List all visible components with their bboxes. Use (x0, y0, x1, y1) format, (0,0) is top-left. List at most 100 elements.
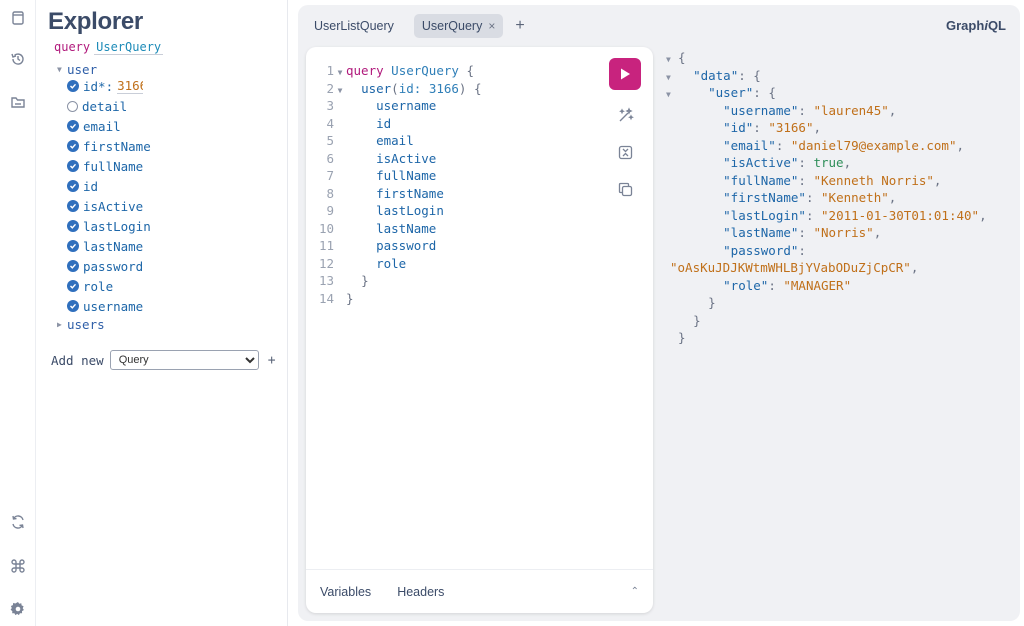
copy-button[interactable] (609, 177, 641, 201)
settings-icon[interactable] (0, 597, 36, 621)
line-number: 11 (318, 238, 334, 253)
field-row-password[interactable]: password (67, 256, 143, 276)
result-key: "role" (723, 277, 769, 293)
checked-icon[interactable] (67, 220, 79, 232)
brace: } (693, 312, 701, 328)
chevron-up-icon[interactable]: ⌃ (631, 586, 639, 597)
result-line: "lastLogin": "2011-01-30T01:01:40", (723, 207, 987, 223)
tab-userlistquery[interactable]: UserListQuery (306, 14, 402, 38)
field-row-username[interactable]: username (67, 296, 143, 316)
field-name: fullName (376, 168, 437, 183)
brace: { (753, 67, 761, 83)
field-row-id[interactable]: id (67, 176, 98, 196)
argument-value: 3166 (428, 80, 459, 96)
headers-tab[interactable]: Headers (397, 585, 444, 599)
result-line: } (666, 329, 686, 347)
brace: { (678, 50, 686, 65)
tree-root-users[interactable]: ▶ users (57, 314, 105, 334)
tab-bar: UserListQuery UserQuery × + (306, 13, 525, 39)
field-name: isActive (376, 150, 437, 166)
line-number: 3 (326, 98, 334, 113)
code-line: 8 firstName (306, 185, 443, 203)
field-row-lastlogin[interactable]: lastLogin (67, 216, 151, 236)
checked-icon[interactable] (67, 300, 79, 312)
chevron-right-icon: ▶ (57, 319, 62, 329)
checked-icon[interactable] (67, 260, 79, 272)
field-row-detail[interactable]: detail (67, 96, 127, 116)
checked-icon[interactable] (67, 180, 79, 192)
checked-icon[interactable] (67, 280, 79, 292)
field-label: detail (82, 98, 128, 114)
code-line: 4 id (306, 115, 391, 133)
command-icon[interactable] (0, 554, 36, 578)
brace: } (708, 295, 716, 310)
result-line: "isActive": true, (723, 155, 852, 170)
checked-icon[interactable] (67, 80, 79, 92)
operation-name-input[interactable]: UserQuery (94, 40, 164, 55)
field-row-email[interactable]: email (67, 116, 121, 136)
checked-icon[interactable] (67, 160, 79, 172)
line-number: 8 (326, 185, 334, 201)
result-line: "id": "3166", (723, 120, 822, 135)
query-editor[interactable]: 1 ▼ query UserQuery {2 ▼ user(id: 3166) {3 … (306, 47, 653, 613)
checked-icon[interactable] (67, 200, 79, 212)
add-operation-button[interactable]: + (268, 353, 276, 368)
result-key: "isActive" (723, 155, 799, 170)
paren: ( (391, 80, 399, 96)
variables-tab[interactable]: Variables (320, 585, 371, 599)
result-key: "user" (708, 85, 754, 100)
tab-label: UserQuery (421, 19, 483, 33)
history-icon[interactable] (0, 47, 36, 71)
result-key: "id" (723, 120, 754, 135)
close-icon[interactable]: × (488, 19, 495, 33)
code-line: 14} (306, 290, 354, 308)
operation-type-select[interactable]: Query (109, 350, 259, 370)
result-line: ▼{ (666, 49, 686, 67)
brand-logo: GraphiQL (946, 18, 1006, 33)
field-row-role[interactable]: role (67, 276, 113, 296)
field-row-lastname[interactable]: lastName (67, 236, 143, 256)
field-name: lastName (376, 220, 437, 236)
editor-footer: Variables Headers ⌃ (306, 569, 653, 613)
file-icon[interactable] (0, 6, 36, 30)
line-number: 2 (326, 80, 334, 96)
field-name: lastLogin (376, 203, 444, 218)
field-label: password (83, 258, 144, 274)
field-name: role (376, 255, 407, 271)
result-key: "fullName" (723, 172, 799, 188)
run-button[interactable] (609, 58, 641, 90)
result-line: "oAsKuJDJKWtmWHLBjYVabODuZjCpCR", (670, 260, 919, 275)
field-row-firstname[interactable]: firstName (67, 136, 151, 156)
result-line: "role": "MANAGER" (723, 277, 852, 293)
argument-value-input[interactable]: 3166 (117, 78, 144, 94)
line-number: 1 (326, 63, 334, 78)
field-label: email (83, 118, 121, 134)
operation-keyword: query (54, 40, 91, 54)
result-line: "firstName": "Kenneth", (723, 190, 897, 205)
result-line: "password": (723, 242, 814, 258)
play-icon (621, 68, 630, 80)
result-line: ▼ "data": { (666, 67, 761, 85)
checked-icon[interactable] (67, 120, 79, 132)
field-row-fullname[interactable]: fullName (67, 156, 143, 176)
merge-button[interactable] (609, 140, 641, 164)
add-tab-button[interactable]: + (515, 17, 524, 35)
refresh-icon[interactable] (0, 510, 36, 534)
editor-toolbar (609, 58, 643, 201)
result-value: "oAsKuJDJKWtmWHLBjYVabODuZjCpCR" (670, 260, 911, 275)
tab-userquery[interactable]: UserQuery × (413, 14, 504, 38)
checked-icon[interactable] (67, 140, 79, 152)
field-row-isactive[interactable]: isActive (67, 196, 143, 216)
argument-row[interactable]: id*: 3166 (67, 76, 144, 96)
checked-icon[interactable] (67, 240, 79, 252)
code-line: 12 role (306, 255, 406, 273)
field-label: id (83, 178, 99, 194)
brace: } (678, 330, 686, 345)
unchecked-icon[interactable] (67, 100, 78, 112)
prettify-button[interactable] (609, 103, 641, 127)
operation-header: query UserQuery (54, 40, 164, 55)
folder-icon[interactable] (0, 90, 36, 114)
query-keyword: query (346, 63, 384, 78)
result-value: "Kenneth Norris" (813, 172, 934, 188)
result-value: "MANAGER" (783, 277, 852, 293)
